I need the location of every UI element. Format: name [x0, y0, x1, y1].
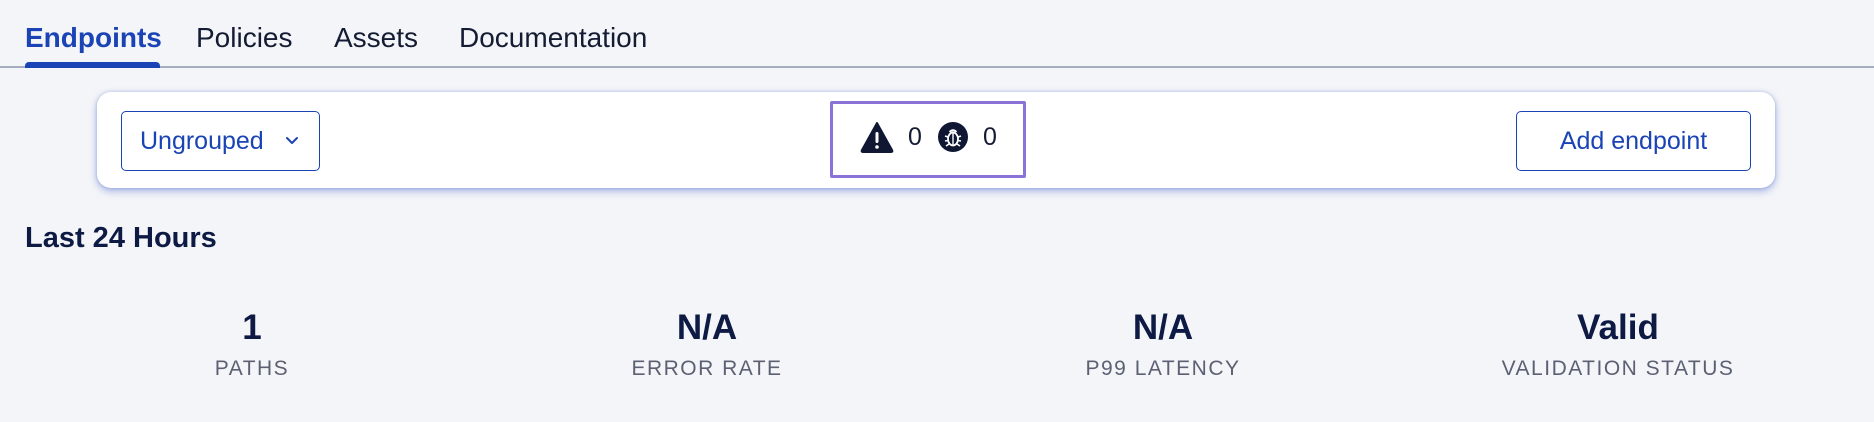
bug-count: 0 — [983, 123, 997, 151]
stat-label: ERROR RATE — [631, 357, 783, 380]
stat-p99-latency: N/A P99 LATENCY — [983, 304, 1343, 384]
warning-count: 0 — [908, 123, 922, 151]
tab-bar: Endpoints Policies Assets Documentation — [0, 0, 1874, 68]
warning-icon — [860, 122, 894, 153]
section-title: Last 24 Hours — [25, 222, 217, 254]
endpoints-toolbar: Ungrouped 0 0 Add endpoint — [97, 92, 1775, 188]
grouping-select[interactable]: Ungrouped — [121, 111, 320, 171]
stat-value: N/A — [676, 308, 738, 347]
tab-endpoints[interactable]: Endpoints — [25, 18, 162, 58]
stat-label: PATHS — [214, 357, 290, 380]
stat-paths: 1 PATHS — [72, 304, 432, 384]
add-endpoint-button[interactable]: Add endpoint — [1516, 111, 1751, 171]
tab-policies[interactable]: Policies — [196, 18, 292, 58]
stat-label: VALIDATION STATUS — [1501, 357, 1735, 380]
grouping-select-value: Ungrouped — [140, 126, 264, 155]
tab-assets[interactable]: Assets — [334, 18, 418, 58]
stat-label: P99 LATENCY — [1085, 357, 1241, 380]
stat-validation-status: Valid VALIDATION STATUS — [1438, 304, 1798, 384]
stat-value: 1 — [242, 308, 262, 347]
chevron-down-icon — [286, 137, 298, 144]
stat-value: Valid — [1577, 308, 1659, 347]
stat-value: N/A — [1132, 308, 1194, 347]
active-tab-indicator — [25, 62, 160, 68]
issue-counters[interactable]: 0 0 — [830, 101, 1026, 178]
bug-icon — [938, 122, 968, 152]
tab-documentation[interactable]: Documentation — [459, 18, 647, 58]
stat-error-rate: N/A ERROR RATE — [527, 304, 887, 384]
